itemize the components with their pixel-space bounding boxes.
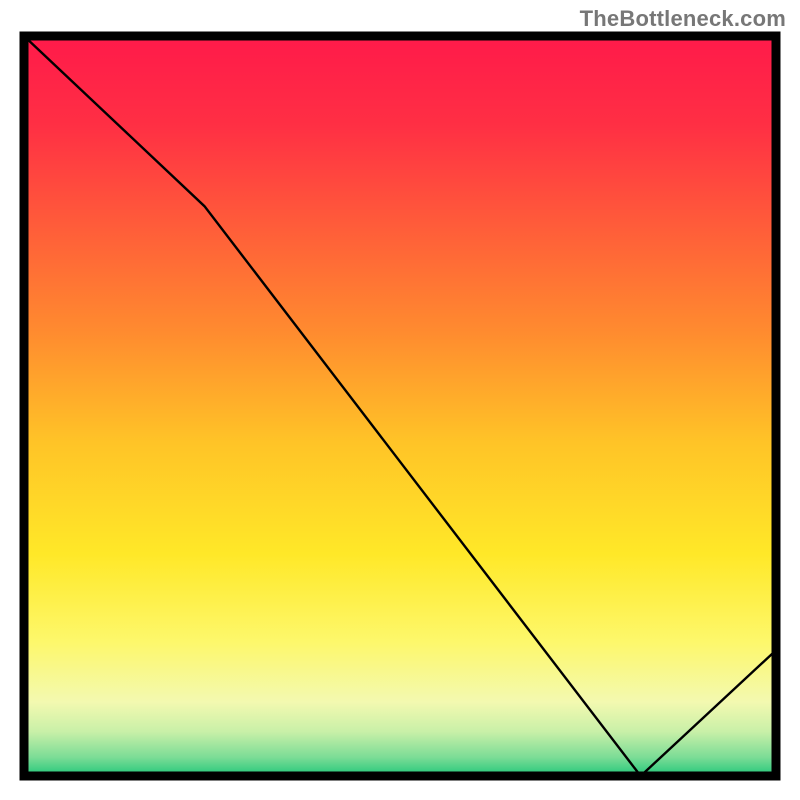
plot-background xyxy=(24,36,776,776)
chart-plot xyxy=(18,30,782,782)
chart-svg xyxy=(18,30,782,782)
watermark-text: TheBottleneck.com xyxy=(580,6,786,32)
